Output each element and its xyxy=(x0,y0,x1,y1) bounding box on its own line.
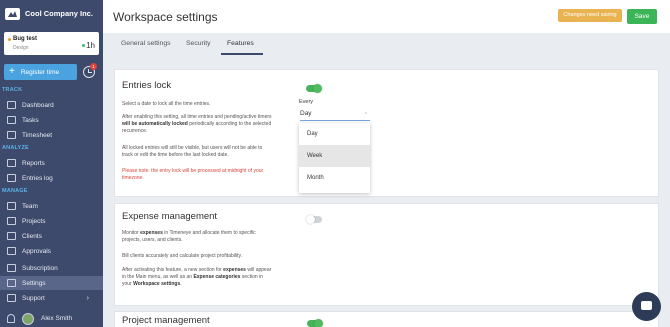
save-button[interactable]: Save xyxy=(627,9,657,24)
page-title: Workspace settings xyxy=(113,10,218,24)
active-timer-card[interactable]: Bug test Design 1h xyxy=(4,32,99,55)
sidebar-item-label: Settings xyxy=(22,279,46,287)
support-icon xyxy=(7,294,16,302)
gear-icon xyxy=(7,279,16,287)
avatar xyxy=(22,312,34,325)
timesheet-icon xyxy=(7,131,16,139)
expense-billing-text: Bill clients accurately and calculate pr… xyxy=(122,253,242,259)
user-menu[interactable]: Alex Smith xyxy=(0,310,103,327)
sidebar-item-settings[interactable]: Settings xyxy=(0,276,103,290)
entries-lock-toggle[interactable] xyxy=(306,84,322,93)
chevron-down-icon: ⌃ xyxy=(363,112,368,118)
dashboard-icon xyxy=(7,101,16,109)
sidebar-item-approvals[interactable]: Approvals xyxy=(0,244,103,258)
notification-badge: 1 xyxy=(90,63,97,70)
entries-lock-title: Entries lock xyxy=(122,80,172,91)
subscription-icon xyxy=(7,264,16,272)
plus-icon: + xyxy=(9,66,15,77)
sidebar: Cool Company Inc. Bug test Design 1h + R… xyxy=(0,0,103,327)
company-logo xyxy=(5,7,20,20)
expense-management-title: Expense management xyxy=(122,211,218,222)
register-time-button[interactable]: + Register time xyxy=(4,64,77,80)
sidebar-item-label: Subscription xyxy=(22,264,58,272)
sidebar-item-support[interactable]: Support › xyxy=(0,291,103,305)
recurrence-option-month[interactable]: Month xyxy=(299,167,370,189)
sidebar-item-clients[interactable]: Clients xyxy=(0,229,103,243)
tab-general-settings[interactable]: General settings xyxy=(121,40,171,47)
timer-status-dot xyxy=(8,38,11,41)
company-switcher[interactable]: Cool Company Inc. xyxy=(0,0,103,27)
user-name: Alex Smith xyxy=(41,315,73,322)
register-time-label: Register time xyxy=(20,68,60,76)
recurrence-select[interactable]: Day ⌃ xyxy=(300,110,370,121)
bell-icon[interactable] xyxy=(7,314,15,323)
tab-features[interactable]: Features xyxy=(227,40,254,47)
features-panel: Entries lock Select a date to lock all t… xyxy=(103,55,670,327)
recurrence-option-day[interactable]: Day xyxy=(299,123,370,145)
tab-security[interactable]: Security xyxy=(186,40,211,47)
tasks-icon xyxy=(7,116,16,124)
section-track: TRACK xyxy=(2,87,23,93)
timer-subtitle: Design xyxy=(13,45,29,51)
sidebar-item-projects[interactable]: Projects xyxy=(0,214,103,228)
recurrence-dropdown-menu: Day Week Month xyxy=(299,123,370,193)
sidebar-item-entries-log[interactable]: Entries log xyxy=(0,171,103,185)
clients-icon xyxy=(7,232,16,240)
recurrence-option-week[interactable]: Week xyxy=(299,145,370,167)
sidebar-item-label: Approvals xyxy=(22,247,51,255)
expense-monitor-text: Monitor expenses in Timeneye and allocat… xyxy=(122,230,256,243)
reports-icon xyxy=(7,159,16,167)
sidebar-item-label: Support xyxy=(22,294,45,302)
timer-time: 1h xyxy=(86,41,95,50)
entries-lock-visibility-text: All locked entries will still be visible… xyxy=(122,145,263,158)
changes-need-saving-badge: Changes need saving xyxy=(558,9,622,22)
project-management-title: Project management xyxy=(122,315,210,326)
sidebar-item-label: Clients xyxy=(22,232,42,240)
sidebar-item-label: Projects xyxy=(22,217,46,225)
sidebar-item-dashboard[interactable]: Dashboard xyxy=(0,98,103,112)
timer-running-dot xyxy=(82,44,85,47)
sidebar-item-label: Reports xyxy=(22,159,45,167)
expense-management-card: Expense management Monitor expenses in T… xyxy=(114,203,659,306)
team-icon xyxy=(7,202,16,210)
entries-lock-card: Entries lock Select a date to lock all t… xyxy=(114,69,659,197)
sidebar-item-team[interactable]: Team xyxy=(0,199,103,213)
sidebar-item-label: Timesheet xyxy=(22,131,53,139)
entries-lock-auto-text: After enabling this setting, all time en… xyxy=(122,114,272,134)
sidebar-item-timesheet[interactable]: Timesheet xyxy=(0,128,103,142)
sidebar-item-tasks[interactable]: Tasks xyxy=(0,113,103,127)
section-manage: MANAGE xyxy=(2,188,28,194)
expense-activation-text: After activating this feature, a new sec… xyxy=(122,267,272,287)
settings-tabs: General settings Security Features xyxy=(103,33,670,55)
sidebar-item-subscription[interactable]: Subscription xyxy=(0,261,103,275)
expense-management-toggle[interactable] xyxy=(306,215,322,224)
every-label: Every xyxy=(299,99,314,105)
sidebar-item-label: Dashboard xyxy=(22,101,54,109)
page-header: Workspace settings Changes need saving S… xyxy=(103,0,670,33)
project-management-card: Project management xyxy=(114,311,659,327)
sidebar-item-label: Entries log xyxy=(22,174,53,182)
entries-lock-description: Select a date to lock all the time entri… xyxy=(122,101,211,107)
company-name: Cool Company Inc. xyxy=(25,9,93,18)
chevron-right-icon: › xyxy=(86,294,89,302)
sidebar-item-label: Tasks xyxy=(22,116,39,124)
chat-icon[interactable] xyxy=(632,292,661,321)
sidebar-item-reports[interactable]: Reports xyxy=(0,156,103,170)
entries-lock-warning: Please note: the entry lock will be proc… xyxy=(122,168,264,181)
projects-icon xyxy=(7,217,16,225)
recurrence-selected-value: Day xyxy=(300,110,312,117)
timer-title: Bug test xyxy=(13,36,37,42)
sidebar-item-label: Team xyxy=(22,202,38,210)
project-management-toggle[interactable] xyxy=(307,319,323,327)
approvals-icon xyxy=(7,247,16,255)
entries-log-icon xyxy=(7,174,16,182)
section-analyze: ANALYZE xyxy=(2,145,29,151)
